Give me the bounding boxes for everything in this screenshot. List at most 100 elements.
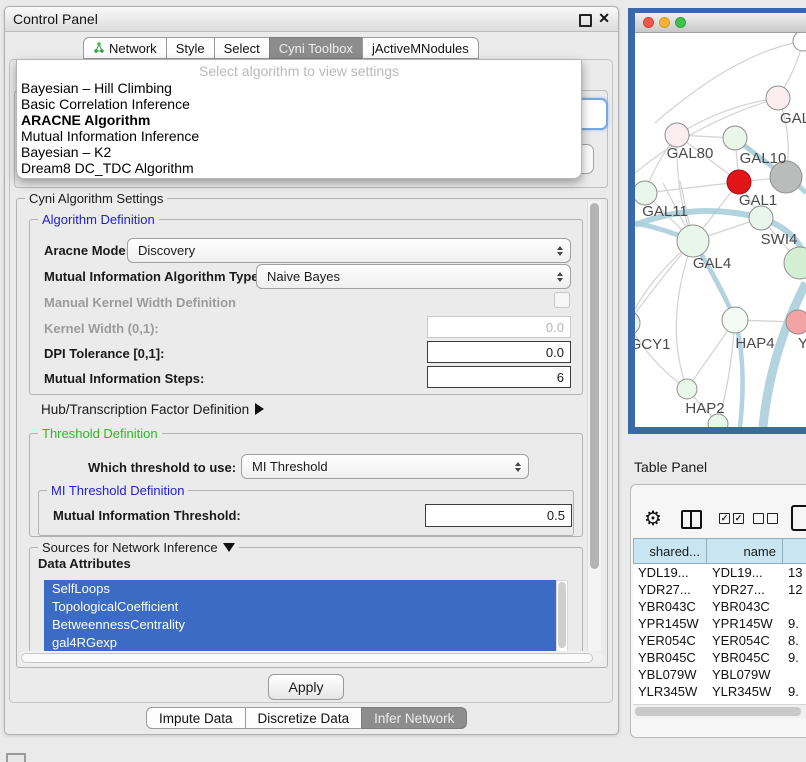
data-attributes-list: SelfLoops TopologicalCoefficient Between… — [44, 580, 556, 652]
list-item[interactable]: gal4RGexp — [44, 634, 556, 652]
dropdown-item[interactable]: Bayesian – Hill Climbing — [17, 80, 581, 96]
table-row[interactable]: YER054CYER054C8. — [633, 632, 806, 649]
close-traffic-light-icon[interactable] — [643, 17, 654, 28]
dropdown-item-selected[interactable]: ARACNE Algorithm — [17, 112, 581, 128]
list-item[interactable]: BetweennessCentrality — [44, 616, 556, 634]
checked-checkbox-icon[interactable]: ✓ — [719, 513, 730, 524]
cell: YER054C — [633, 632, 707, 649]
mi-type-label: Mutual Information Algorithm Type: — [44, 269, 263, 284]
dropdown-item[interactable]: Bayesian – K2 — [17, 144, 581, 160]
table-body: YDL19...YDL19...13 YDR27...YDR27...12 YB… — [633, 564, 806, 717]
checked-checkbox-icon[interactable]: ✓ — [733, 513, 744, 524]
table-row[interactable]: YDR27...YDR27...12 — [633, 581, 806, 598]
table-row[interactable]: YBL079WYBL079W — [633, 666, 806, 683]
hub-definition-expander[interactable]: Hub/Transcription Factor Definition — [41, 399, 264, 419]
dropdown-item[interactable]: Mutual Information Inference — [17, 128, 581, 144]
table-row[interactable]: YBR043CYBR043C — [633, 598, 806, 615]
control-panel-titlebar: Control Panel ✕ — [5, 7, 618, 32]
apply-button[interactable]: Apply — [268, 674, 344, 700]
float-window-icon[interactable] — [579, 14, 592, 27]
table-row[interactable]: YLR345WYLR345W9. — [633, 683, 806, 700]
network-view-window[interactable]: GAL GAL80 GAL10 GAL1 GAL11 SWI4 GAL4 GCY… — [628, 8, 806, 434]
tab-label: Style — [176, 41, 205, 56]
cell: YBR045C — [707, 649, 783, 666]
tab-label: Impute Data — [159, 711, 233, 726]
cell: 12 — [783, 581, 806, 598]
cell: YBR045C — [633, 649, 707, 666]
cell: 9. — [783, 649, 806, 666]
table-row[interactable]: YPR145WYPR145W9. — [633, 615, 806, 632]
tab-cyni-toolbox[interactable]: Cyni Toolbox — [269, 37, 363, 59]
tab-jactivemnodules[interactable]: jActiveMNodules — [362, 37, 479, 59]
table-panel: ⚙ ✓ ✓ shared... name YDL19...YDL19...13 … — [630, 484, 806, 738]
zoom-traffic-light-icon[interactable] — [675, 17, 686, 28]
table-panel-title: Table Panel — [634, 459, 707, 475]
tab-label: Select — [224, 41, 260, 56]
column-header-partial[interactable] — [783, 538, 806, 564]
column-layout-icon[interactable] — [681, 510, 702, 529]
settings-vertical-scrollbar[interactable] — [587, 201, 601, 651]
node-label: HAP4 — [735, 335, 774, 352]
window-title: Control Panel — [13, 11, 98, 27]
unchecked-checkbox-icon[interactable] — [767, 513, 778, 524]
tab-impute-data[interactable]: Impute Data — [146, 707, 246, 729]
field-value: 6 — [557, 370, 564, 385]
minimized-panel-icon[interactable] — [6, 753, 26, 762]
gear-icon[interactable]: ⚙ — [644, 506, 662, 531]
cell: YLR345W — [707, 683, 783, 700]
file-icon[interactable] — [791, 505, 806, 531]
list-item[interactable]: TopologicalCoefficient — [44, 598, 556, 616]
cell: YPR145W — [707, 615, 783, 632]
manual-kernel-checkbox[interactable] — [554, 292, 570, 308]
threshold-definition-title: Threshold Definition — [38, 426, 162, 441]
threshold-definition-group: Threshold Definition Which threshold to … — [29, 433, 583, 537]
list-scrollbar[interactable] — [556, 580, 568, 652]
cell: YBR043C — [633, 598, 707, 615]
settings-horizontal-scrollbar[interactable] — [19, 651, 603, 665]
cyni-algorithm-settings-group: Cyni Algorithm Settings Algorithm Defini… — [16, 198, 608, 668]
table-row[interactable]: YDL19...YDL19...13 — [633, 564, 806, 581]
dropdown-item[interactable]: Basic Correlation Inference — [17, 96, 581, 112]
dpi-tolerance-field[interactable]: 0.0 — [427, 341, 571, 363]
node-label: GAL — [780, 110, 806, 127]
close-icon[interactable]: ✕ — [598, 10, 610, 27]
screen: Control Panel ✕ Network Style Select Cyn… — [0, 0, 806, 762]
minimize-traffic-light-icon[interactable] — [659, 17, 670, 28]
network-window-titlebar — [635, 13, 806, 33]
unchecked-checkbox-icon[interactable] — [753, 513, 764, 524]
algorithm-definition-group: Algorithm Definition Aracne Mode: Discov… — [29, 219, 583, 395]
table-row[interactable]: YBR045CYBR045C9. — [633, 649, 806, 666]
tab-select[interactable]: Select — [214, 37, 270, 59]
tab-style[interactable]: Style — [166, 37, 215, 59]
cell: YPR145W — [633, 615, 707, 632]
panel-tab-bar: Network Style Select Cyni Toolbox jActiv… — [83, 37, 479, 59]
mi-type-combobox[interactable]: Naive Bayes — [256, 264, 571, 289]
network-canvas[interactable]: GAL GAL80 GAL10 GAL1 GAL11 SWI4 GAL4 GCY… — [635, 33, 806, 427]
network-icon — [93, 42, 105, 54]
dropdown-item[interactable]: Dream8 DC_TDC Algorithm — [17, 160, 581, 176]
mi-steps-label: Mutual Information Steps: — [44, 371, 204, 386]
aracne-mode-label: Aracne Mode: — [44, 243, 130, 258]
tab-infer-network[interactable]: Infer Network — [361, 707, 467, 729]
expand-arrow-icon — [255, 403, 264, 415]
column-header-name[interactable]: name — [707, 538, 783, 564]
node-label: GAL10 — [740, 150, 787, 167]
mi-threshold-field[interactable]: 0.5 — [425, 504, 572, 527]
cell: YBR043C — [707, 598, 783, 615]
tab-label: Discretize Data — [258, 711, 350, 726]
mi-threshold-definition-group: MI Threshold Definition Mutual Informati… — [38, 490, 574, 536]
sources-title[interactable]: Sources for Network Inference — [38, 540, 239, 555]
mi-steps-field[interactable]: 6 — [427, 366, 571, 388]
table-horizontal-scrollbar[interactable] — [633, 704, 806, 718]
field-value: 0.5 — [547, 508, 565, 523]
tab-network[interactable]: Network — [83, 37, 167, 59]
column-header-shared-name[interactable]: shared... — [633, 538, 707, 564]
list-item[interactable]: SelfLoops — [44, 580, 556, 598]
dpi-tolerance-label: DPI Tolerance [0,1]: — [44, 346, 164, 361]
which-threshold-combobox[interactable]: MI Threshold — [241, 454, 529, 479]
cell: 9. — [783, 615, 806, 632]
node-label: GAL11 — [642, 203, 688, 220]
tab-discretize-data[interactable]: Discretize Data — [245, 707, 363, 729]
kernel-width-field[interactable]: 0.0 — [427, 316, 571, 338]
aracne-mode-combobox[interactable]: Discovery — [127, 238, 571, 263]
